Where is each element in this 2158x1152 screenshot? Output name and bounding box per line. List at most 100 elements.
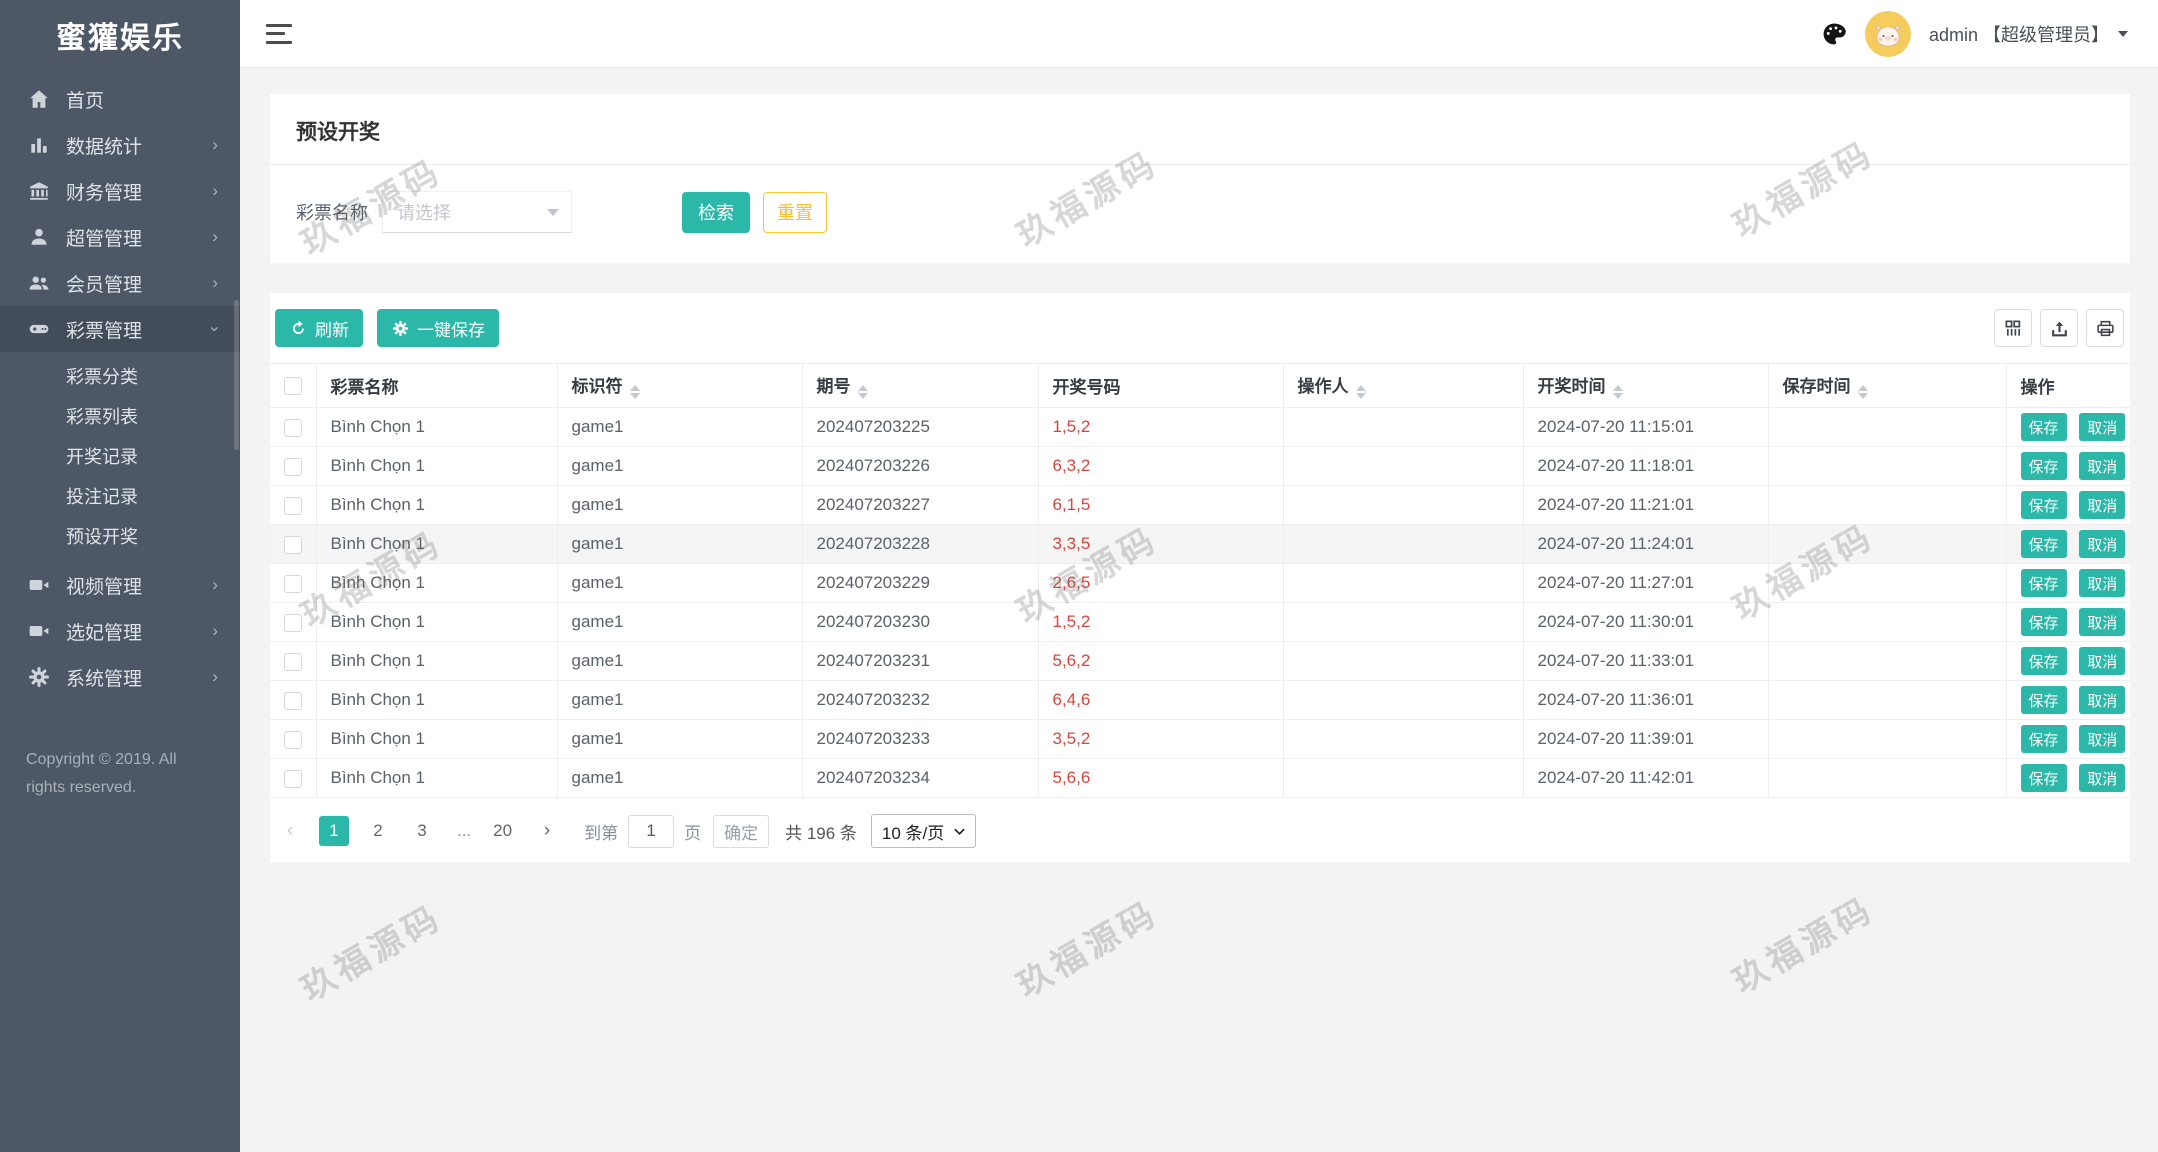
row-checkbox[interactable]: [283, 691, 302, 710]
cell-draw-time: 2024-07-20 11:24:01: [1523, 524, 1769, 564]
row-save-button[interactable]: 保存: [2020, 608, 2067, 636]
filter-panel: 预设开奖 彩票名称 请选择 检索 重置: [270, 94, 2130, 263]
sidebar-scrollbar[interactable]: [234, 300, 239, 450]
row-checkbox[interactable]: [283, 652, 302, 671]
sidebar-item-label: 超管管理: [66, 228, 143, 250]
row-checkbox-cell: [270, 719, 317, 759]
row-save-button[interactable]: 保存: [2020, 764, 2067, 792]
row-cancel-button[interactable]: 取消: [2079, 491, 2126, 519]
sidebar-item-label: 视频管理: [66, 576, 143, 598]
bank-icon: [28, 180, 50, 202]
next-page-button[interactable]: ›: [532, 816, 562, 846]
page-button-1[interactable]: 1: [319, 816, 349, 846]
row-save-button[interactable]: 保存: [2020, 491, 2067, 519]
row-save-button[interactable]: 保存: [2020, 413, 2067, 441]
col-issue[interactable]: 期号: [802, 363, 1039, 408]
gear-icon: [28, 666, 50, 688]
export-icon: [2051, 321, 2067, 336]
sidebar-item-home[interactable]: 首页: [0, 76, 240, 122]
select-all-checkbox[interactable]: [283, 377, 302, 396]
sort-icon: [1612, 385, 1623, 399]
sidebar-item-video[interactable]: 视频管理 ›: [0, 562, 240, 608]
row-save-button[interactable]: 保存: [2020, 725, 2067, 753]
cell-lottery-name: Bình Chọn 1: [316, 524, 558, 564]
app-logo: 蜜獾娱乐: [56, 22, 184, 55]
sidebar-item-lottery-list[interactable]: 彩票列表: [0, 396, 240, 436]
goto-page-input[interactable]: [628, 814, 675, 848]
cell-issue: 202407203229: [802, 563, 1039, 603]
row-cancel-button[interactable]: 取消: [2079, 452, 2126, 480]
row-checkbox-cell: [270, 641, 317, 681]
row-cancel-button[interactable]: 取消: [2079, 608, 2126, 636]
prev-page-button[interactable]: ‹: [275, 816, 305, 846]
admin-user-menu[interactable]: admin 【超级管理员】: [1929, 21, 2128, 47]
row-save-button[interactable]: 保存: [2020, 647, 2067, 675]
row-save-button[interactable]: 保存: [2020, 569, 2067, 597]
print-button[interactable]: [2086, 309, 2124, 347]
cell-code: game1: [557, 602, 803, 642]
cell-draw-time: 2024-07-20 11:27:01: [1523, 563, 1769, 603]
table-row: Bình Chọn 1 game1 202407203227 6,1,5 202…: [270, 485, 2130, 525]
chart-icon: [28, 134, 50, 156]
search-button[interactable]: 检索: [682, 191, 750, 233]
row-checkbox[interactable]: [283, 613, 302, 632]
row-cancel-button[interactable]: 取消: [2079, 413, 2126, 441]
menu-toggle-icon[interactable]: [266, 23, 292, 44]
cell-code: game1: [557, 680, 803, 720]
row-checkbox[interactable]: [283, 769, 302, 788]
row-cancel-button[interactable]: 取消: [2079, 764, 2126, 792]
row-checkbox[interactable]: [283, 574, 302, 593]
row-checkbox[interactable]: [283, 418, 302, 437]
page-button-3[interactable]: 3: [407, 816, 437, 846]
cell-operator: [1283, 446, 1524, 486]
row-save-button[interactable]: 保存: [2020, 686, 2067, 714]
sidebar-item-statistics[interactable]: 数据统计 ›: [0, 122, 240, 168]
cell-save-time: [1768, 602, 2007, 642]
cell-actions: 保存 取消: [2006, 485, 2130, 525]
goto-confirm-button[interactable]: 确定: [713, 814, 770, 848]
page-button-20[interactable]: 20: [487, 816, 518, 846]
col-save-time[interactable]: 保存时间: [1768, 363, 2007, 408]
row-checkbox[interactable]: [283, 457, 302, 476]
export-button[interactable]: [2040, 309, 2078, 347]
cell-draw-numbers: 3,5,2: [1038, 719, 1284, 759]
row-cancel-button[interactable]: 取消: [2079, 530, 2126, 558]
page-size-select[interactable]: 10 条/页: [870, 814, 977, 848]
row-cancel-button[interactable]: 取消: [2079, 725, 2126, 753]
row-checkbox-cell: [270, 407, 317, 447]
cell-operator: [1283, 641, 1524, 681]
cell-actions: 保存 取消: [2006, 602, 2130, 642]
sidebar-item-system[interactable]: 系统管理 ›: [0, 654, 240, 700]
row-save-button[interactable]: 保存: [2020, 452, 2067, 480]
avatar[interactable]: [1864, 10, 1911, 57]
theme-palette-icon[interactable]: [1821, 21, 1847, 47]
row-checkbox[interactable]: [283, 730, 302, 749]
sidebar-item-lottery-category[interactable]: 彩票分类: [0, 356, 240, 396]
lottery-name-select[interactable]: 请选择: [382, 191, 572, 233]
col-code[interactable]: 标识符: [557, 363, 803, 408]
cell-draw-numbers: 5,6,2: [1038, 641, 1284, 681]
row-save-button[interactable]: 保存: [2020, 530, 2067, 558]
col-draw-time[interactable]: 开奖时间: [1523, 363, 1769, 408]
refresh-button[interactable]: 刷新: [275, 309, 363, 347]
col-operator[interactable]: 操作人: [1283, 363, 1524, 408]
sidebar-item-finance[interactable]: 财务管理 ›: [0, 168, 240, 214]
sidebar-item-supervisor[interactable]: 超管管理 ›: [0, 214, 240, 260]
sidebar-item-label: 会员管理: [66, 274, 143, 296]
sidebar-item-members[interactable]: 会员管理 ›: [0, 260, 240, 306]
sidebar-item-preset-draw[interactable]: 预设开奖: [0, 516, 240, 556]
cell-lottery-name: Bình Chọn 1: [316, 719, 558, 759]
row-checkbox[interactable]: [283, 535, 302, 554]
row-cancel-button[interactable]: 取消: [2079, 686, 2126, 714]
reset-button[interactable]: 重置: [763, 191, 827, 233]
sidebar-item-draw-records[interactable]: 开奖记录: [0, 436, 240, 476]
page-button-2[interactable]: 2: [363, 816, 393, 846]
columns-toggle-button[interactable]: [1994, 309, 2032, 347]
row-cancel-button[interactable]: 取消: [2079, 569, 2126, 597]
save-all-button[interactable]: 一键保存: [377, 309, 499, 347]
sidebar-item-bet-records[interactable]: 投注记录: [0, 476, 240, 516]
sidebar-item-lottery[interactable]: 彩票管理 ›: [0, 306, 240, 352]
row-cancel-button[interactable]: 取消: [2079, 647, 2126, 675]
sidebar-item-concubine[interactable]: 选妃管理 ›: [0, 608, 240, 654]
row-checkbox[interactable]: [283, 496, 302, 515]
